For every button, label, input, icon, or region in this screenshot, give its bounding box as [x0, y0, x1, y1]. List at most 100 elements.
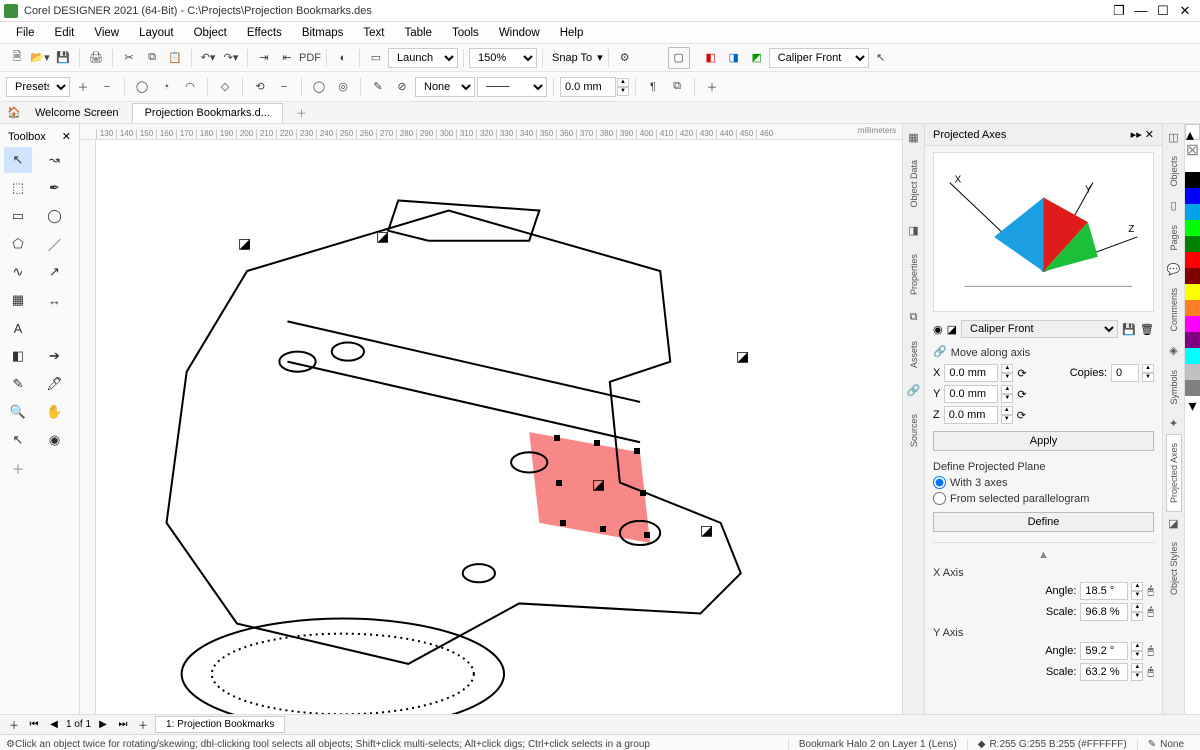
color-swatch[interactable] — [1185, 332, 1200, 348]
pick-tool-2[interactable]: ↖ — [4, 427, 32, 453]
pen-tool[interactable]: ✒ — [41, 175, 69, 201]
menu-effects[interactable]: Effects — [237, 25, 292, 41]
color-swatch[interactable] — [1185, 172, 1200, 188]
toolbox-close-icon[interactable]: ✕ — [62, 130, 71, 143]
y-scale-pick-icon[interactable]: 🖰 — [1147, 666, 1154, 679]
open-button[interactable]: 📂▾ — [29, 47, 51, 69]
y-scale-input[interactable] — [1080, 663, 1128, 681]
polygon-tool[interactable]: ⬠ — [4, 231, 32, 257]
delete-preset-icon[interactable]: 🗑 — [1140, 323, 1154, 336]
color-swatch[interactable] — [1185, 316, 1200, 332]
x-scale-spinner[interactable]: ▲▼ — [1131, 603, 1143, 621]
outline-width-input[interactable] — [560, 77, 616, 97]
menu-edit[interactable]: Edit — [45, 25, 85, 41]
selection-handle[interactable] — [556, 480, 562, 486]
no-outline-icon[interactable]: ⊘ — [391, 76, 413, 98]
zoom-dropdown[interactable]: 150% — [469, 48, 537, 68]
z-input[interactable] — [944, 406, 998, 424]
launch-dropdown[interactable]: Launch — [388, 48, 458, 68]
projection-bookmark-icon[interactable]: ◪ — [700, 522, 716, 538]
cube-blue-icon[interactable]: ◨ — [723, 47, 745, 69]
move-link-icon[interactable]: 🔗 — [933, 345, 947, 358]
color-swatch[interactable] — [1185, 364, 1200, 380]
fill-select[interactable]: None — [415, 77, 475, 97]
x-angle-spinner[interactable]: ▲▼ — [1131, 582, 1143, 600]
copies-spinner[interactable]: ▲▼ — [1142, 364, 1154, 382]
gear-icon[interactable]: ⚙ — [6, 739, 15, 750]
menu-window[interactable]: Window — [489, 25, 550, 41]
selection-handle[interactable] — [644, 532, 650, 538]
y-angle-spinner[interactable]: ▲▼ — [1131, 642, 1143, 660]
ellipse-tool[interactable]: ◯ — [41, 203, 69, 229]
fill-tool[interactable]: 🖊 — [41, 371, 69, 397]
close-button[interactable]: ✕ — [1174, 3, 1196, 19]
selection-handle[interactable] — [554, 435, 560, 441]
menu-tools[interactable]: Tools — [442, 25, 489, 41]
fill-color-icon[interactable]: ◆ — [978, 739, 986, 750]
selection-handle[interactable] — [560, 520, 566, 526]
rectangle-tool[interactable]: ▭ — [4, 203, 32, 229]
projection-bookmark-icon[interactable]: ◪ — [736, 348, 752, 364]
define-button[interactable]: Define — [933, 512, 1154, 532]
selection-handle[interactable] — [640, 490, 646, 496]
collapse-icon[interactable]: ▲ — [933, 549, 1154, 561]
menu-text[interactable]: Text — [353, 25, 394, 41]
projected-axes-icon[interactable]: ✦ — [1167, 416, 1181, 430]
publish-pdf-button[interactable]: PDF — [299, 47, 321, 69]
lens-button[interactable]: ◐ — [332, 47, 354, 69]
pick-tool[interactable]: ↖ — [4, 147, 32, 173]
minus-icon[interactable]: − — [273, 76, 295, 98]
tab-object-styles[interactable]: Object Styles — [1167, 534, 1181, 603]
add-tool-icon[interactable]: ＋ — [701, 76, 723, 98]
ellipse-icon[interactable]: ◯ — [131, 76, 153, 98]
lasso-tool[interactable]: ◉ — [41, 427, 69, 453]
apply-button[interactable]: Apply — [933, 431, 1154, 451]
pencil-icon[interactable]: ✎ — [367, 76, 389, 98]
y-scale-spinner[interactable]: ▲▼ — [1131, 663, 1143, 681]
comments-icon[interactable]: 💬 — [1167, 262, 1181, 276]
text-tool[interactable]: A — [4, 315, 32, 341]
ruler-vertical[interactable] — [80, 140, 96, 714]
radio-parallelogram[interactable] — [933, 492, 946, 505]
color-swatch[interactable] — [1185, 204, 1200, 220]
x-scale-input[interactable] — [1080, 603, 1128, 621]
axes-preview[interactable]: X Y Z — [933, 152, 1154, 312]
presets-dropdown[interactable]: Presets... — [6, 77, 70, 97]
color-swatch[interactable] — [1185, 220, 1200, 236]
drawing-canvas[interactable]: ◪ ◪ ◪ ◪ ◪ — [96, 140, 902, 714]
y-angle-input[interactable] — [1080, 642, 1128, 660]
add-page-after-button[interactable]: ＋ — [135, 717, 151, 732]
projection-bookmark-icon[interactable]: ◪ — [238, 235, 254, 251]
assets-icon[interactable]: ⧉ — [907, 311, 921, 325]
add-tab-button[interactable]: ＋ — [283, 101, 320, 125]
selection-handle[interactable] — [594, 440, 600, 446]
color-swatch[interactable] — [1185, 156, 1200, 172]
tab-sources[interactable]: Sources — [907, 408, 921, 453]
panel-close-icon[interactable]: ✕ — [1145, 129, 1154, 141]
window-two-monitor-icon[interactable]: ❐ — [1108, 3, 1130, 19]
fullscreen-button[interactable]: ▭ — [365, 47, 387, 69]
undo-button[interactable]: ↶▾ — [197, 47, 219, 69]
zoom-tool[interactable]: 🔍 — [4, 399, 32, 425]
y-angle-pick-icon[interactable]: 🖰 — [1147, 645, 1154, 658]
menu-bitmaps[interactable]: Bitmaps — [292, 25, 354, 41]
arrow-tool[interactable]: ➔ — [41, 343, 69, 369]
selection-handle[interactable] — [634, 448, 640, 454]
color-scroll-up[interactable]: ▴ — [1185, 124, 1200, 140]
tab-projected-axes[interactable]: Projected Axes — [1166, 434, 1182, 512]
last-page-button[interactable]: ⏭ — [115, 719, 131, 730]
import-button[interactable]: ⇥ — [253, 47, 275, 69]
print-button[interactable]: 🖨 — [85, 47, 107, 69]
tab-document[interactable]: Projection Bookmarks.d... — [132, 103, 283, 123]
pan-tool[interactable]: ✋ — [41, 399, 69, 425]
x-scale-pick-icon[interactable]: 🖰 — [1147, 606, 1154, 619]
menu-help[interactable]: Help — [550, 25, 594, 41]
radio-3axes[interactable] — [933, 476, 946, 489]
tab-assets[interactable]: Assets — [907, 335, 921, 374]
x-angle-pick-icon[interactable]: 🖰 — [1147, 585, 1154, 598]
new-button[interactable]: 🗎 — [6, 47, 28, 69]
menu-object[interactable]: Object — [184, 25, 237, 41]
wrap-text-icon[interactable]: ¶ — [642, 76, 664, 98]
object-props-icon[interactable]: ⧉ — [666, 76, 688, 98]
copy-button[interactable]: ⧉ — [141, 47, 163, 69]
